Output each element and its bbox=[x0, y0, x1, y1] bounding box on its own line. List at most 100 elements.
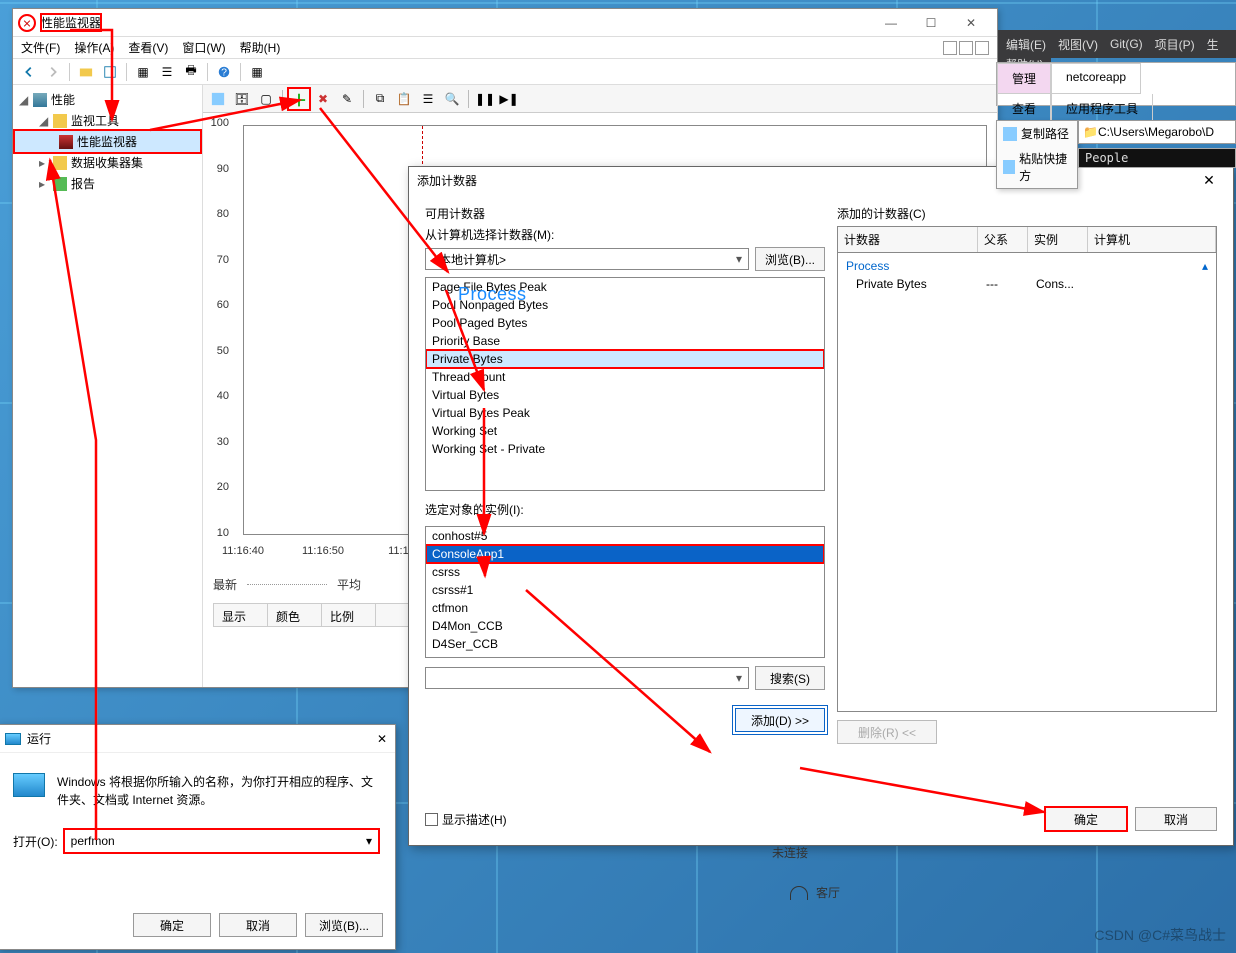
grid-icon[interactable]: ▦ bbox=[247, 62, 267, 82]
show-desc-label: 显示描述(H) bbox=[442, 811, 507, 828]
living-room-label: 客厅 bbox=[790, 884, 840, 901]
add-counters-dialog: 添加计数器 ✕ 可用计数器 从计算机选择计数器(M): <本地计算机> 浏览(B… bbox=[408, 166, 1234, 846]
run-dialog: 运行 ✕ Windows 将根据你所输入的名称，为你打开相应的程序、文件夹、文档… bbox=[0, 724, 396, 950]
zoom-icon[interactable]: 🔍 bbox=[441, 88, 463, 110]
table-icon[interactable]: ▦ bbox=[133, 62, 153, 82]
show-desc-checkbox[interactable] bbox=[425, 813, 438, 826]
run-ok-button[interactable]: 确定 bbox=[133, 913, 211, 937]
search-button[interactable]: 搜索(S) bbox=[755, 666, 825, 690]
browse-computer-button[interactable]: 浏览(B)... bbox=[755, 247, 825, 271]
instance-item[interactable]: D4Mon_CCB bbox=[426, 617, 824, 635]
ribbon-netcore-tab[interactable]: netcoreapp bbox=[1051, 63, 1141, 94]
help-icon[interactable]: ? bbox=[214, 62, 234, 82]
list-icon[interactable]: ☰ bbox=[157, 62, 177, 82]
add-close-button[interactable]: ✕ bbox=[1193, 172, 1225, 189]
paste-icon[interactable]: 📋 bbox=[393, 88, 415, 110]
ok-button[interactable]: 确定 bbox=[1045, 807, 1127, 831]
counters-listbox[interactable]: Page File Bytes PeakPool Nonpaged BytesP… bbox=[425, 277, 825, 491]
props2-icon[interactable]: ☰ bbox=[417, 88, 439, 110]
copy-icon[interactable]: ⧉ bbox=[369, 88, 391, 110]
computer-combo[interactable]: <本地计算机> bbox=[425, 248, 749, 270]
ctx-paste[interactable]: 粘贴快捷方 bbox=[997, 146, 1077, 188]
process-annotation: Process bbox=[458, 284, 527, 305]
counter-item[interactable]: Pool Paged Bytes bbox=[426, 314, 824, 332]
view-type-icon[interactable] bbox=[207, 88, 229, 110]
perfmon-toolbar: ▦ ☰ 🖶 ? ▦ bbox=[13, 59, 997, 85]
win-icon[interactable]: ▢ bbox=[255, 88, 277, 110]
instance-item[interactable]: D4Svr_CCB bbox=[426, 653, 824, 658]
added-listbox[interactable]: Process▴ Private Bytes --- Cons... bbox=[837, 252, 1217, 712]
added-label: 添加的计数器(C) bbox=[837, 205, 1217, 222]
run-input[interactable]: perfmon▾ bbox=[64, 829, 379, 853]
added-group[interactable]: Process▴ bbox=[838, 257, 1216, 275]
highlight-icon[interactable]: ✎ bbox=[336, 88, 358, 110]
minimize-button[interactable]: — bbox=[871, 11, 911, 35]
counter-item[interactable]: Virtual Bytes bbox=[426, 386, 824, 404]
added-item[interactable]: Private Bytes --- Cons... bbox=[838, 275, 1216, 293]
instance-item[interactable]: conhost#5 bbox=[426, 527, 824, 545]
instance-item[interactable]: ConsoleApp1 bbox=[426, 545, 824, 563]
search-input[interactable] bbox=[425, 667, 749, 689]
instances-listbox[interactable]: conhost#5ConsoleApp1csrsscsrss#1ctfmonD4… bbox=[425, 526, 825, 658]
folder-icon[interactable] bbox=[76, 62, 96, 82]
close-button[interactable]: ✕ bbox=[951, 11, 991, 35]
add-counter-button[interactable]: ＋ bbox=[288, 88, 310, 110]
legend-latest: 最新 bbox=[213, 576, 237, 593]
counter-item[interactable]: Working Set - Private bbox=[426, 440, 824, 458]
run-title: 运行 bbox=[27, 730, 51, 747]
counter-item[interactable]: Private Bytes bbox=[426, 350, 824, 368]
console-fragment: People bbox=[1078, 148, 1236, 168]
maximize-button[interactable]: ☐ bbox=[911, 11, 951, 35]
tree-tools[interactable]: ◢监视工具 bbox=[15, 110, 200, 131]
counter-item[interactable]: Virtual Bytes Peak bbox=[426, 404, 824, 422]
explorer-ribbon-fragment: 管理 netcoreapp 查看 应用程序工具 bbox=[996, 62, 1236, 106]
pause-icon[interactable]: ❚❚ bbox=[474, 88, 496, 110]
ribbon-manage-tab[interactable]: 管理 bbox=[997, 63, 1051, 94]
run-open-label: 打开(O): bbox=[13, 833, 58, 850]
instances-label: 选定对象的实例(I): bbox=[425, 501, 825, 518]
print-icon[interactable]: 🖶 bbox=[181, 62, 201, 82]
cancel-button[interactable]: 取消 bbox=[1135, 807, 1217, 831]
menu-help[interactable]: 帮助(H) bbox=[240, 39, 281, 56]
run-browse-button[interactable]: 浏览(B)... bbox=[305, 913, 383, 937]
instance-item[interactable]: D4Ser_CCB bbox=[426, 635, 824, 653]
menu-action[interactable]: 操作(A) bbox=[74, 39, 114, 56]
tree-collectors[interactable]: ▸数据收集器集 bbox=[15, 152, 200, 173]
perfmon-titlebar: 性能监视器 — ☐ ✕ bbox=[13, 9, 997, 37]
watermark: CSDN @C#菜鸟战士 bbox=[1094, 925, 1226, 945]
run-big-icon bbox=[13, 773, 45, 797]
delete-counter-icon[interactable]: ✖ bbox=[312, 88, 334, 110]
back-icon[interactable] bbox=[19, 62, 39, 82]
perfmon-app-icon bbox=[19, 15, 35, 31]
perfmon-title: 性能监视器 bbox=[41, 14, 101, 31]
counter-item[interactable]: Thread Count bbox=[426, 368, 824, 386]
menu-window[interactable]: 窗口(W) bbox=[182, 39, 225, 56]
instance-item[interactable]: csrss bbox=[426, 563, 824, 581]
tree-root[interactable]: ◢性能 bbox=[15, 89, 200, 110]
run-close-button[interactable]: ✕ bbox=[377, 732, 387, 746]
tree-perfmon[interactable]: 性能监视器 bbox=[15, 131, 200, 152]
svg-text:?: ? bbox=[221, 66, 227, 78]
available-label: 可用计数器 bbox=[425, 205, 825, 222]
menu-view[interactable]: 查看(V) bbox=[128, 39, 168, 56]
tree-reports[interactable]: ▸报告 bbox=[15, 173, 200, 194]
counter-item[interactable]: Working Set bbox=[426, 422, 824, 440]
instance-item[interactable]: ctfmon bbox=[426, 599, 824, 617]
context-menu-fragment: 复制路径 粘贴快捷方 bbox=[996, 120, 1078, 189]
remove-button[interactable]: 删除(R) << bbox=[837, 720, 937, 744]
run-description: Windows 将根据你所输入的名称，为你打开相应的程序、文件夹、文档或 Int… bbox=[57, 773, 379, 809]
run-titlebar: 运行 ✕ bbox=[0, 725, 395, 753]
db-icon[interactable]: 🗄 bbox=[231, 88, 253, 110]
props-icon[interactable] bbox=[100, 62, 120, 82]
nav-tree: ◢性能 ◢监视工具 性能监视器 ▸数据收集器集 ▸报告 bbox=[13, 85, 203, 687]
step-icon[interactable]: ▶❚ bbox=[498, 88, 520, 110]
instance-item[interactable]: csrss#1 bbox=[426, 581, 824, 599]
add-button[interactable]: 添加(D) >> bbox=[735, 708, 825, 732]
menu-file[interactable]: 文件(F) bbox=[21, 39, 60, 56]
wifi-icon bbox=[790, 886, 808, 900]
pathbar-fragment[interactable]: 📁 C:\Users\Megarobo\D bbox=[1078, 120, 1236, 144]
ctx-copypath[interactable]: 复制路径 bbox=[997, 121, 1077, 146]
counter-item[interactable]: Priority Base bbox=[426, 332, 824, 350]
forward-icon[interactable] bbox=[43, 62, 63, 82]
run-cancel-button[interactable]: 取消 bbox=[219, 913, 297, 937]
